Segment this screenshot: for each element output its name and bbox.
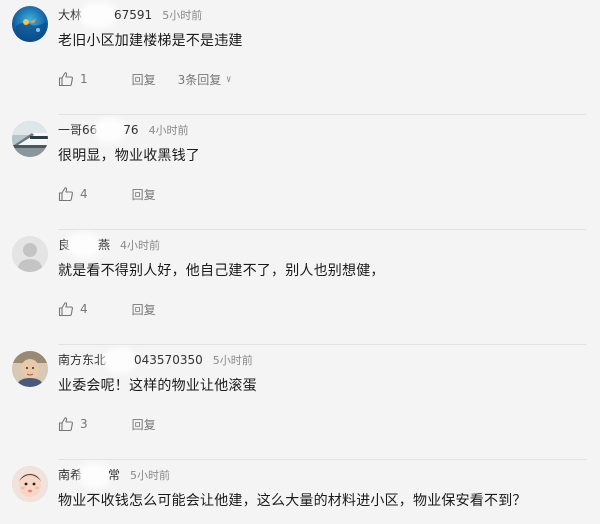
comment-actions: 4 回复 xyxy=(58,301,156,317)
username-redaction xyxy=(98,122,123,139)
default-user-icon xyxy=(12,236,48,272)
timestamp: 4小时前 xyxy=(148,124,189,137)
username[interactable]: 一哥66 76 xyxy=(58,121,139,139)
view-replies-button[interactable]: 3条回复 ∨ xyxy=(178,71,233,88)
reply-button[interactable]: 回复 xyxy=(132,301,156,318)
username-prefix: 南方东北 xyxy=(58,353,107,367)
train-avatar-image xyxy=(12,121,48,157)
username-suffix: 燕 xyxy=(98,238,111,252)
comment-item: 南方东北 043570350 5小时前 业委会呢！这样的物业让他滚蛋 3 回复 xyxy=(0,345,600,460)
timestamp: 5小时前 xyxy=(212,354,253,367)
like-count: 1 xyxy=(80,72,88,86)
elder-avatar-image xyxy=(12,351,48,387)
username-prefix: 南希 xyxy=(58,468,83,482)
username-redaction xyxy=(83,7,114,24)
comment-header: 南希 常 5小时前 xyxy=(58,466,171,484)
comment-item: 一哥66 76 4小时前 很明显，物业收黑钱了 4 回复 xyxy=(0,115,600,230)
username[interactable]: 南希 常 xyxy=(58,466,120,484)
like-button[interactable]: 3 xyxy=(58,416,88,432)
baby-avatar-image xyxy=(12,466,48,502)
username-prefix: 大林 xyxy=(58,8,83,22)
like-count: 3 xyxy=(80,417,88,431)
timestamp: 5小时前 xyxy=(162,9,203,22)
username-redaction xyxy=(107,352,134,369)
comment-header: 良燕 4小时前 xyxy=(58,236,161,254)
comment-header: 大林 67591 5小时前 xyxy=(58,6,203,24)
comment-text: 就是看不得别人好，他自己建不了，别人也别想健， xyxy=(58,263,385,279)
like-button[interactable]: 4 xyxy=(58,186,88,202)
comment-item: 良燕 4小时前 就是看不得别人好，他自己建不了，别人也别想健， 4 回复 xyxy=(0,230,600,345)
comment-item: 南希 常 5小时前 物业不收钱怎么可能会让他建，这么大量的材料进小区，物业保安看不… xyxy=(0,460,600,524)
username-prefix: 良 xyxy=(58,238,71,252)
username-suffix: 76 xyxy=(123,123,139,137)
comment-actions: 1 回复 3条回复 ∨ xyxy=(58,71,233,87)
comment-header: 一哥66 76 4小时前 xyxy=(58,121,189,139)
comment-text: 很明显，物业收黑钱了 xyxy=(58,148,200,164)
reply-button[interactable]: 回复 xyxy=(132,71,156,88)
like-count: 4 xyxy=(80,302,88,316)
comment-item: 大林 67591 5小时前 老旧小区加建楼梯是不是违建 1 回复 3条回复 ∨ xyxy=(0,0,600,115)
username-suffix: 常 xyxy=(108,468,121,482)
thumbs-up-icon xyxy=(58,302,73,317)
avatar[interactable] xyxy=(12,6,48,42)
username-redaction xyxy=(83,467,108,484)
avatar[interactable] xyxy=(12,236,48,272)
comment-actions: 3 回复 xyxy=(58,416,156,432)
username[interactable]: 大林 67591 xyxy=(58,6,152,24)
comment-text: 老旧小区加建楼梯是不是违建 xyxy=(58,33,243,49)
avatar[interactable] xyxy=(12,121,48,157)
like-button[interactable]: 4 xyxy=(58,301,88,317)
chevron-down-icon: ∨ xyxy=(226,73,232,85)
username-suffix: 67591 xyxy=(114,8,153,22)
username-suffix: 043570350 xyxy=(134,353,203,367)
reply-button[interactable]: 回复 xyxy=(132,186,156,203)
comment-list: 大林 67591 5小时前 老旧小区加建楼梯是不是违建 1 回复 3条回复 ∨ xyxy=(0,0,600,524)
comment-text: 物业不收钱怎么可能会让他建，这么大量的材料进小区，物业保安看不到？ xyxy=(58,493,527,509)
like-button[interactable]: 1 xyxy=(58,71,88,87)
timestamp: 4小时前 xyxy=(120,239,161,252)
like-count: 4 xyxy=(80,187,88,201)
username-prefix: 一哥66 xyxy=(58,123,98,137)
comment-header: 南方东北 043570350 5小时前 xyxy=(58,351,253,369)
username[interactable]: 南方东北 043570350 xyxy=(58,351,203,369)
thumbs-up-icon xyxy=(58,187,73,202)
username[interactable]: 良燕 xyxy=(58,236,110,254)
comment-text: 业委会呢！这样的物业让他滚蛋 xyxy=(58,378,257,394)
ocean-avatar-image xyxy=(12,6,48,42)
thumbs-up-icon xyxy=(58,72,73,87)
thumbs-up-icon xyxy=(58,417,73,432)
avatar[interactable] xyxy=(12,351,48,387)
timestamp: 5小时前 xyxy=(130,469,171,482)
reply-button[interactable]: 回复 xyxy=(132,416,156,433)
comment-actions: 4 回复 xyxy=(58,186,156,202)
username-redaction xyxy=(71,237,98,254)
replies-count-label: 3条回复 xyxy=(177,72,222,87)
avatar[interactable] xyxy=(12,466,48,502)
